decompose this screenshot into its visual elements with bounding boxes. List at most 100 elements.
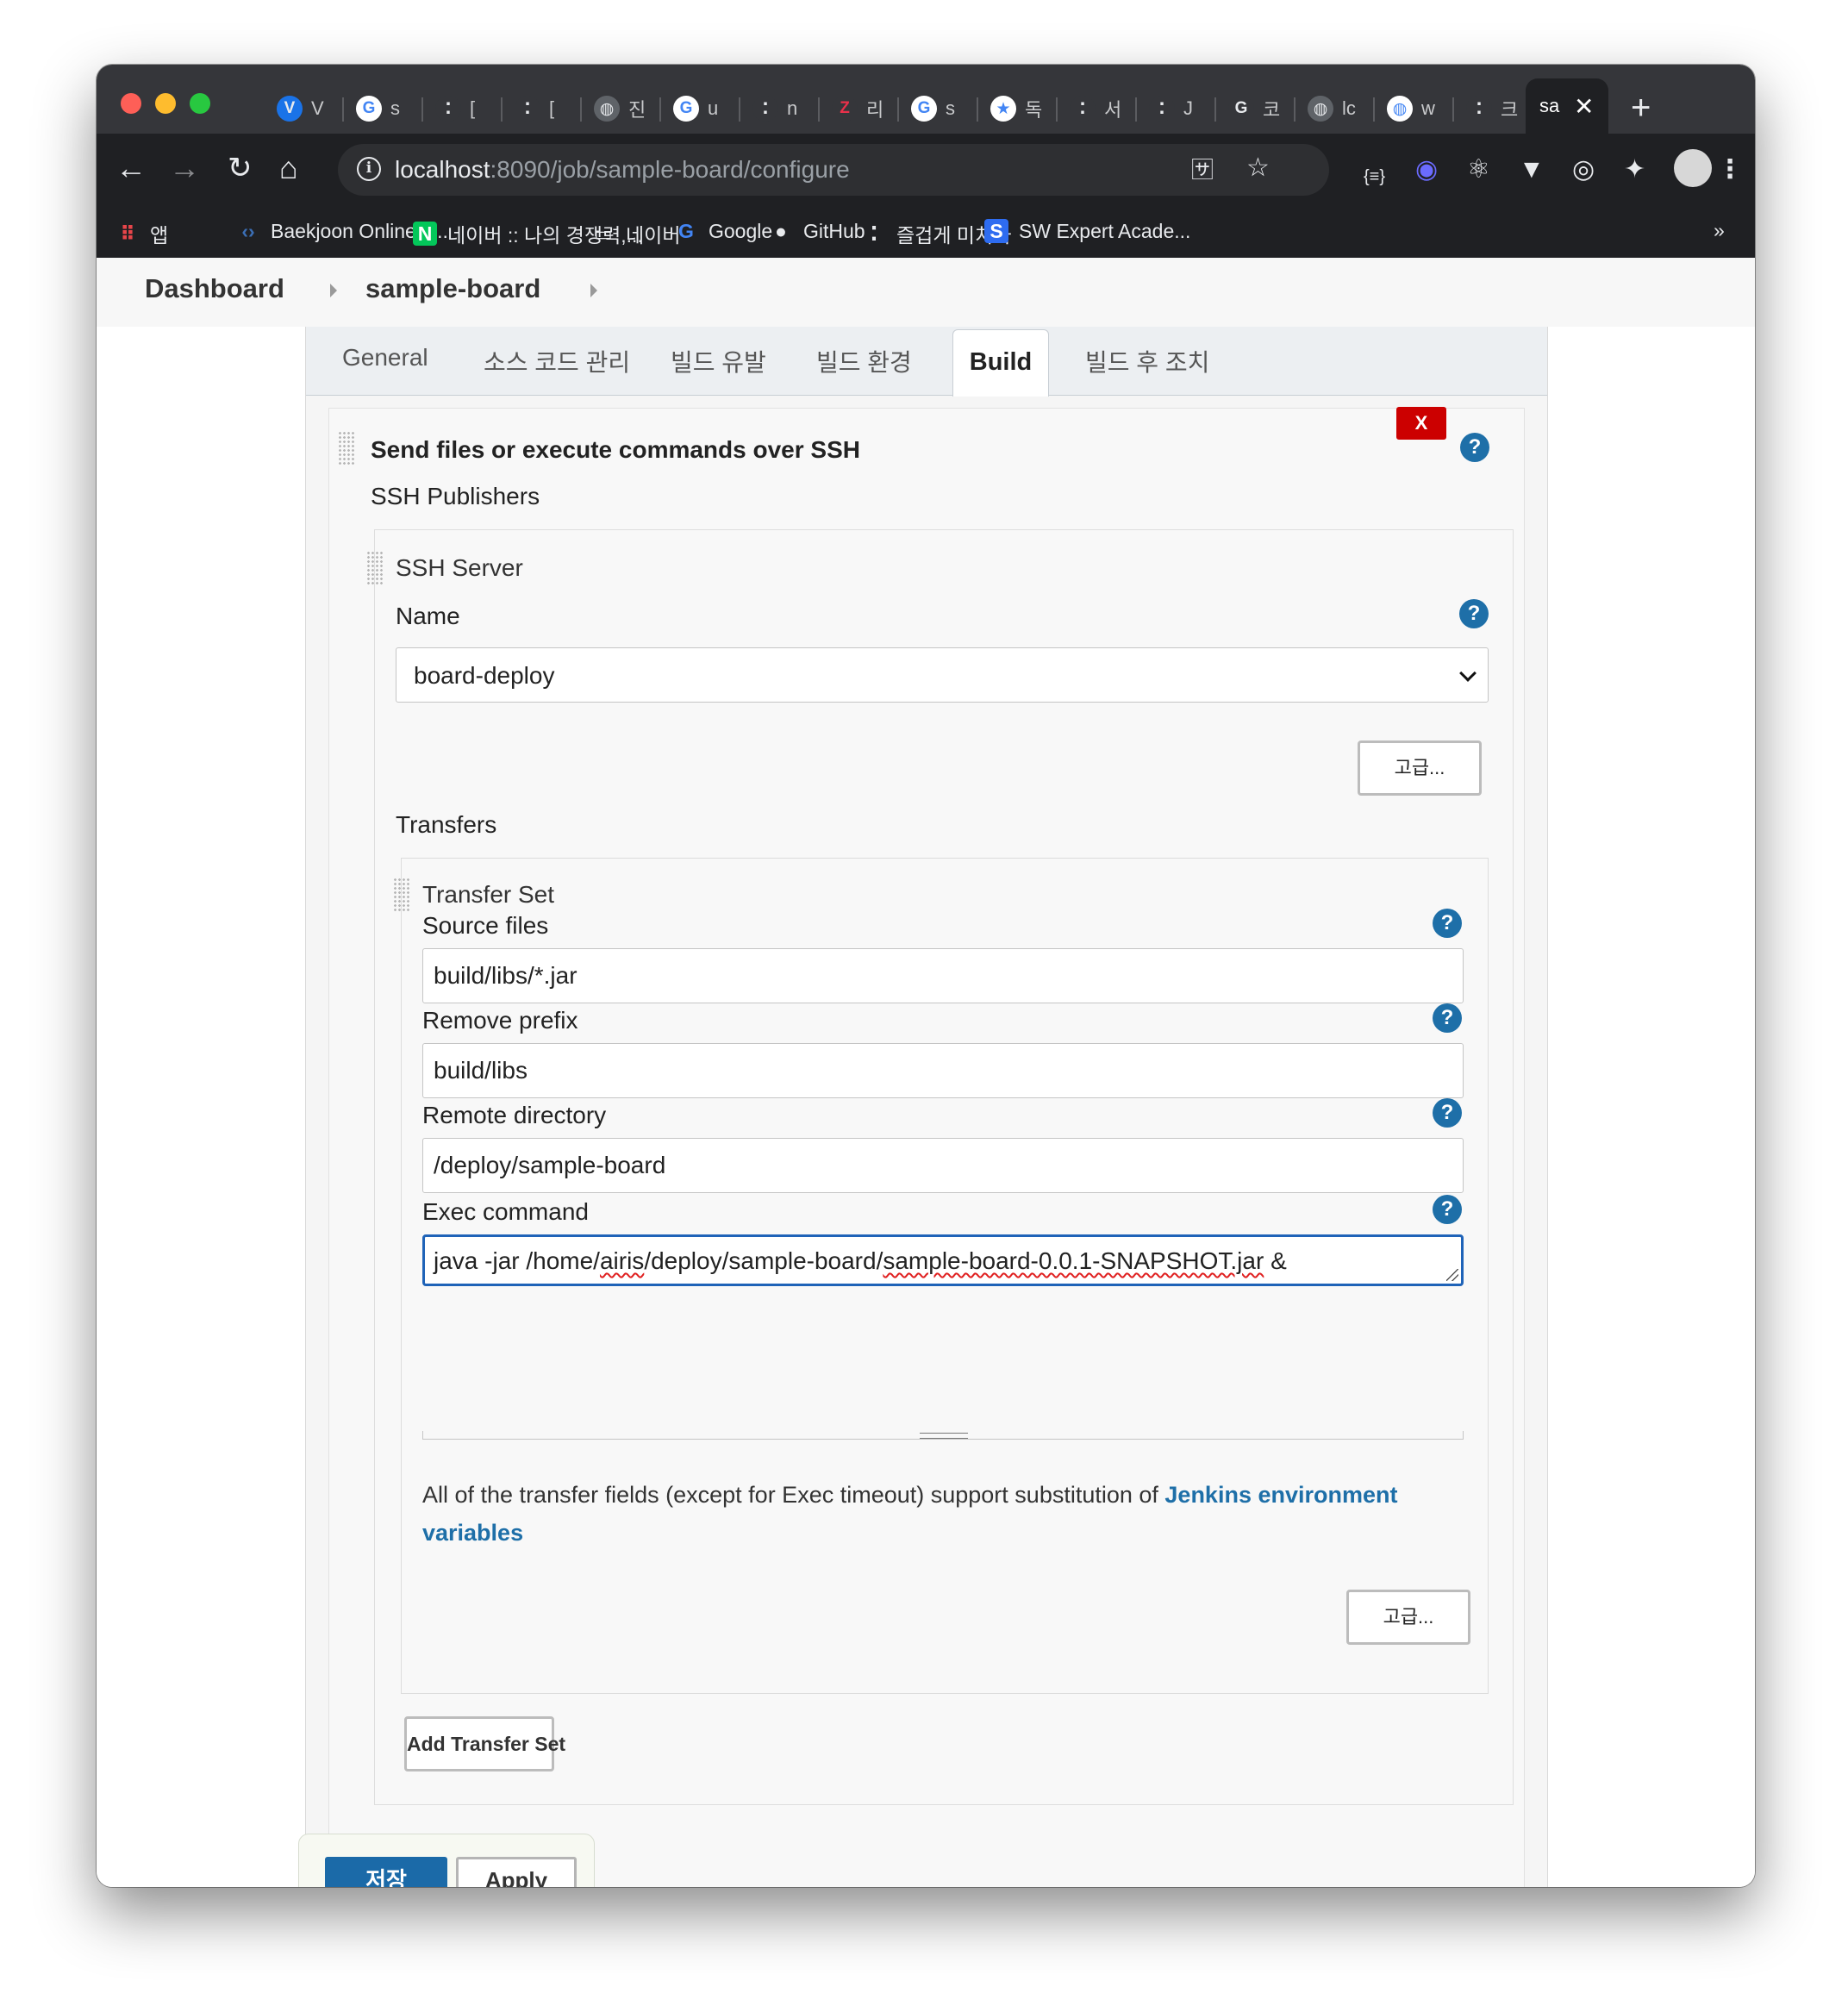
react-devtools-icon[interactable]: ⚛: [1467, 153, 1490, 187]
tab-general[interactable]: General: [342, 344, 428, 372]
help-icon[interactable]: ?: [1433, 1098, 1462, 1128]
ssh-publishers-label: SSH Publishers: [371, 483, 540, 509]
close-window-button[interactable]: [121, 93, 141, 114]
tab-title: lc: [1342, 97, 1356, 119]
source-files-input[interactable]: build/libs/*.jar: [422, 948, 1464, 1003]
json-extension-icon[interactable]: {≡}: [1364, 159, 1385, 194]
check-extension-icon[interactable]: ◉: [1415, 153, 1438, 187]
tab-post-build[interactable]: 빌드 후 조치: [1085, 344, 1209, 378]
tab-favicon-icon: V: [277, 96, 303, 122]
remote-directory-input[interactable]: /deploy/sample-board: [422, 1138, 1464, 1193]
tab-build-triggers[interactable]: 빌드 유발: [671, 344, 766, 378]
transfer-set-block: Transfer Set Source files ? build/libs/*…: [393, 858, 1489, 1694]
close-tab-icon[interactable]: ✕: [1574, 92, 1594, 121]
target-extension-icon[interactable]: ◎: [1572, 153, 1595, 187]
browser-tab[interactable]: ◍ lc: [1295, 84, 1375, 134]
help-icon[interactable]: ?: [1459, 599, 1489, 628]
advanced-button[interactable]: 고급...: [1358, 740, 1482, 796]
active-tab[interactable]: sa ✕: [1526, 78, 1608, 134]
browser-tab[interactable]: ⁚ J: [1137, 84, 1216, 134]
transfer-advanced-button[interactable]: 고급...: [1346, 1590, 1470, 1645]
reload-icon[interactable]: ↻: [228, 151, 253, 185]
tab-scm[interactable]: 소스 코드 관리: [484, 344, 630, 378]
browser-tab[interactable]: ⁚[: [423, 84, 503, 134]
apply-button[interactable]: Apply: [456, 1857, 577, 1887]
drag-handle-icon[interactable]: [366, 551, 384, 585]
bookmarks-more-icon[interactable]: »: [1714, 219, 1725, 242]
browser-tab[interactable]: Gs: [344, 84, 423, 134]
browser-tab[interactable]: Gs: [899, 84, 978, 134]
browser-tab[interactable]: ★ 독: [978, 84, 1058, 134]
help-icon[interactable]: ?: [1460, 433, 1489, 462]
site-info-icon[interactable]: i: [357, 157, 381, 181]
browser-tab[interactable]: ⁚ 크: [1454, 84, 1533, 134]
exec-command-label: Exec command: [422, 1198, 589, 1225]
tab-build-env[interactable]: 빌드 환경: [816, 344, 912, 378]
tab-title: 진: [628, 99, 646, 121]
resize-grip-icon[interactable]: [1446, 1269, 1458, 1281]
tab-title: s: [390, 97, 400, 119]
browser-tab[interactable]: Gu: [661, 84, 740, 134]
bookmark-star-icon[interactable]: ☆: [1246, 151, 1270, 185]
vue-devtools-icon[interactable]: ▼: [1519, 153, 1545, 187]
translate-icon[interactable]: 🈂: [1191, 153, 1214, 187]
tab-title: [: [549, 97, 555, 119]
zoom-window-button[interactable]: [190, 93, 210, 114]
browser-tab[interactable]: VV: [265, 84, 344, 134]
browser-tab[interactable]: ⁚[: [503, 84, 582, 134]
bookmark-item[interactable]: ● GitHub: [769, 219, 865, 243]
help-icon[interactable]: ?: [1433, 1003, 1462, 1033]
delete-step-button[interactable]: X: [1396, 407, 1446, 440]
tab-title: 리: [866, 99, 884, 121]
browser-tab[interactable]: ⁚ 서: [1058, 84, 1137, 134]
breadcrumb-dashboard[interactable]: Dashboard: [145, 273, 284, 304]
browser-tab[interactable]: ◍ 진: [582, 84, 661, 134]
remove-prefix-label: Remove prefix: [422, 1007, 578, 1034]
bottom-action-bar: 저장 Apply: [298, 1834, 595, 1887]
breadcrumb: Dashboard sample-board: [97, 258, 1755, 327]
help-icon[interactable]: ?: [1433, 1195, 1462, 1224]
tab-favicon-icon: ⁚: [752, 96, 778, 122]
drag-handle-icon[interactable]: [393, 878, 410, 912]
drag-handle-icon[interactable]: [338, 431, 355, 466]
transfer-set-label: Transfer Set: [422, 881, 555, 908]
add-transfer-set-button[interactable]: Add Transfer Set: [404, 1716, 565, 1771]
profile-avatar[interactable]: [1674, 149, 1712, 187]
bookmark-item[interactable]: S SW Expert Acade...: [984, 219, 1190, 243]
apps-grid-icon: ⠿: [120, 222, 135, 245]
browser-tab[interactable]: ⁚ n: [740, 84, 820, 134]
tab-favicon-icon: ⁚: [1070, 96, 1096, 122]
tab-favicon-icon: G: [1228, 96, 1254, 122]
tab-strip: V V Gs ⁚[⁚[◍ 진 Gu ⁚ n Z 리 Gs ★ 독 ⁚ 서 ⁚ J G 코 ◍ lc ◍ w ⁚ 크: [265, 84, 1533, 134]
browser-tab[interactable]: ◍ w: [1375, 84, 1454, 134]
remove-prefix-input[interactable]: build/libs: [422, 1043, 1464, 1098]
browser-tab[interactable]: Z리: [820, 84, 899, 134]
menu-kebab-icon[interactable]: ⋮: [1717, 153, 1743, 187]
address-bar[interactable]: i localhost:8090/job/sample-board/config…: [338, 144, 1329, 196]
browser-tab[interactable]: G코: [1216, 84, 1295, 134]
tab-title: s: [946, 97, 955, 119]
tab-build[interactable]: Build: [952, 329, 1049, 397]
bookmarks-bar: ⠿ 앱 ‹› Baekjoon Online J... N 네이버 :: 나의 경쟁력,.…: [97, 208, 1755, 258]
save-button[interactable]: 저장: [325, 1857, 447, 1887]
back-icon[interactable]: ←: [116, 151, 147, 185]
exec-command-textarea[interactable]: java -jar /home/airis/deploy/sample-boar…: [422, 1234, 1464, 1286]
minimize-window-button[interactable]: [155, 93, 176, 114]
bookmark-item[interactable]: G Google: [674, 219, 772, 243]
help-icon[interactable]: ?: [1433, 909, 1462, 938]
google-icon: G: [678, 219, 694, 242]
ssh-server-name-select[interactable]: board-deploy: [396, 647, 1489, 703]
forward-icon[interactable]: →: [169, 151, 200, 185]
bookmark-label: 앱: [150, 224, 169, 247]
textarea-expand-handle[interactable]: [422, 1431, 1464, 1440]
extensions-puzzle-icon[interactable]: ✦: [1624, 153, 1645, 187]
breadcrumb-sample-board[interactable]: sample-board: [365, 273, 540, 304]
home-icon[interactable]: ⌂: [279, 151, 298, 185]
new-tab-button[interactable]: +: [1631, 89, 1651, 127]
navigation-bar: ← → ↻ ⌂ i localhost:8090/job/sample-boar…: [97, 134, 1755, 208]
remote-directory-value: /deploy/sample-board: [434, 1152, 666, 1178]
bookmark-label: GitHub: [803, 219, 865, 242]
bookmark-item[interactable]: ▭ 네이버: [591, 219, 680, 248]
ssh-server-label: SSH Server: [396, 554, 523, 581]
bookmark-item[interactable]: ⠿ 앱: [116, 219, 168, 248]
